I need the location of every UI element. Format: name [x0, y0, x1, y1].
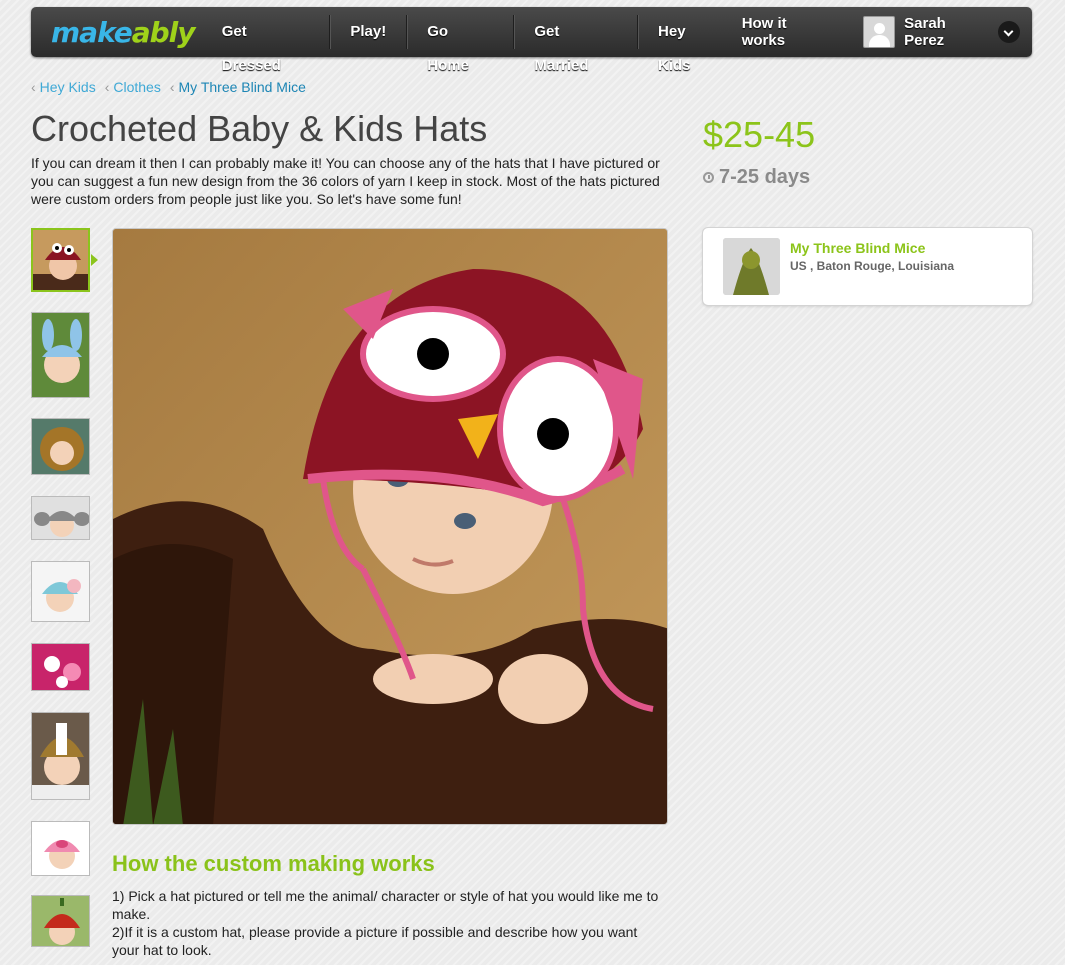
thumbnail-9[interactable] — [31, 895, 90, 947]
breadcrumb-shop[interactable]: ‹ My Three Blind Mice — [170, 79, 306, 95]
nav-get-married[interactable]: Get Married — [514, 15, 639, 74]
breadcrumb-clothes[interactable]: ‹ Clothes — [105, 79, 161, 95]
seller-avatar[interactable] — [723, 238, 780, 295]
thumbnail-1[interactable] — [31, 228, 90, 292]
thumbnail-8[interactable] — [31, 821, 90, 876]
makeably-logo[interactable]: makeably — [51, 16, 202, 49]
chevron-left-icon: ‹ — [104, 79, 110, 95]
selected-arrow-icon — [91, 254, 98, 266]
nav-get-dressed[interactable]: Get Dressed — [202, 15, 331, 74]
thumbnail-2[interactable] — [31, 312, 90, 398]
thumbnail-6[interactable] — [31, 643, 90, 691]
nav-go-home[interactable]: Go Home — [407, 15, 515, 74]
breadcrumb-hey-kids[interactable]: ‹ Hey Kids — [31, 79, 96, 95]
avatar[interactable] — [863, 16, 896, 48]
thumbnail-3[interactable] — [31, 418, 90, 475]
thumbnail-5[interactable] — [31, 561, 90, 622]
step-1: 1) Pick a hat pictured or tell me the an… — [112, 888, 659, 922]
thumbnail-4[interactable] — [31, 496, 90, 540]
user-name[interactable]: Sarah Perez — [904, 15, 989, 49]
seller-location: US , Baton Rouge, Louisiana — [790, 259, 955, 273]
seller-name[interactable]: My Three Blind Mice — [790, 240, 954, 256]
chevron-left-icon: ‹ — [31, 79, 36, 95]
product-description: If you can dream it then I can probably … — [31, 155, 660, 207]
chevron-left-icon: ‹ — [169, 79, 175, 95]
nav-hey-kids[interactable]: Hey Kids — [638, 15, 742, 74]
clock-icon — [703, 172, 714, 183]
seller-card[interactable]: My Three Blind Mice US , Baton Rouge, Lo… — [702, 227, 1033, 306]
user-menu[interactable]: Sarah Perez — [863, 15, 1021, 49]
how-it-works-heading: How the custom making works — [112, 851, 435, 876]
delivery-time: 7-25 days — [703, 166, 810, 189]
how-it-works-text: 1) Pick a hat pictured or tell me the an… — [112, 887, 668, 959]
chevron-down-icon[interactable] — [998, 21, 1021, 43]
delivery-days: 7-25 days — [719, 166, 811, 188]
page-title: Crocheted Baby & Kids Hats — [31, 108, 488, 149]
price: $25-45 — [703, 114, 816, 155]
seller-info: My Three Blind Mice US , Baton Rouge, Lo… — [790, 240, 954, 305]
breadcrumb: ‹ Hey Kids ‹ Clothes ‹ My Three Blind Mice — [31, 79, 315, 95]
top-nav: makeably Get Dressed Play! Go Home Get M… — [31, 7, 1032, 74]
nav-how-it-works[interactable]: How it works — [742, 15, 864, 49]
nav-play[interactable]: Play! — [330, 15, 408, 49]
step-2: 2)If it is a custom hat, please provide … — [112, 924, 638, 958]
thumbnail-7[interactable] — [31, 712, 90, 800]
product-main-image[interactable] — [112, 228, 668, 825]
